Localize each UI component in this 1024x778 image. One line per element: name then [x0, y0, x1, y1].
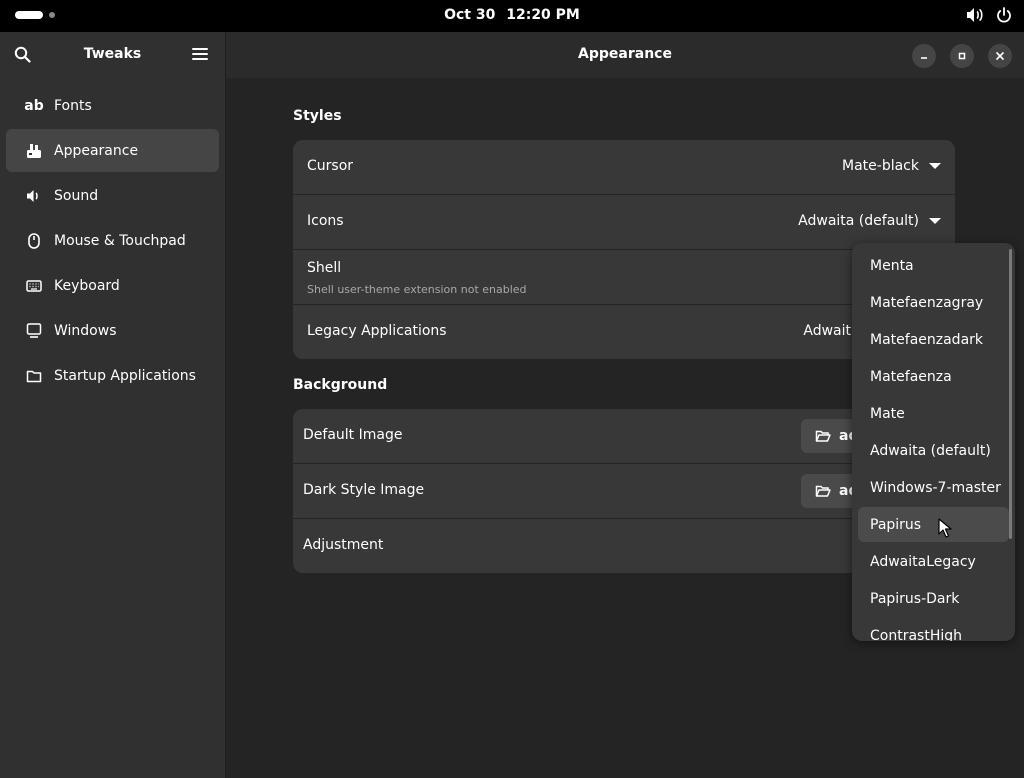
folder-open-icon — [815, 485, 831, 497]
power-icon[interactable] — [996, 7, 1012, 23]
sidebar-item-label: Mouse & Touchpad — [54, 232, 186, 249]
maximize-button[interactable] — [950, 44, 974, 68]
cursor-label: Cursor — [307, 158, 354, 174]
icons-option-mate[interactable]: Mate — [858, 396, 1009, 431]
sidebar-item-fonts[interactable]: ab Fonts — [6, 84, 219, 127]
legacy-applications-value: Adwait — [803, 323, 851, 339]
icons-row[interactable]: Icons Adwaita (default) — [293, 195, 955, 250]
hamburger-menu-icon[interactable] — [192, 47, 208, 65]
volume-icon[interactable] — [966, 7, 984, 23]
folder-icon — [24, 367, 44, 385]
minimize-icon — [921, 57, 927, 59]
sidebar-item-label: Sound — [54, 187, 99, 204]
icons-option-matefaenza[interactable]: Matefaenza — [858, 359, 1009, 394]
top-bar: Oct 30 12:20 PM — [0, 0, 1024, 32]
shell-label: Shell — [307, 260, 342, 276]
main-header: Appearance — [226, 32, 1024, 78]
icons-option-list: Menta Matefaenzagray Matefaenzadark Mate… — [852, 243, 1015, 641]
appearance-icon — [24, 142, 44, 160]
sidebar-header: Tweaks — [0, 32, 225, 78]
cursor-dropdown[interactable]: Mate-black — [842, 158, 941, 174]
icons-option-menta[interactable]: Menta — [858, 248, 1009, 283]
chevron-down-icon — [929, 163, 941, 169]
folder-open-icon — [815, 430, 831, 442]
legacy-applications-label: Legacy Applications — [307, 323, 447, 339]
maximize-icon — [958, 52, 966, 60]
speaker-icon — [24, 187, 44, 205]
close-button[interactable] — [988, 44, 1012, 68]
shell-sublabel: Shell user-theme extension not enabled — [307, 283, 527, 296]
icons-label: Icons — [307, 213, 344, 229]
background-section-title: Background — [293, 377, 388, 393]
icons-option-papirus[interactable]: Papirus — [858, 507, 1009, 542]
clock[interactable]: Oct 30 12:20 PM — [0, 7, 1024, 23]
page-title: Appearance — [578, 46, 672, 62]
legacy-applications-dropdown[interactable]: Adwait — [803, 323, 851, 339]
sidebar-list: ab Fonts Appearance Sound Mouse & Touchp… — [0, 78, 225, 405]
sidebar-item-label: Startup Applications — [54, 367, 196, 384]
icons-option-adwaitalegacy[interactable]: AdwaitaLegacy — [858, 544, 1009, 579]
keyboard-icon — [24, 277, 44, 295]
system-tray[interactable] — [966, 7, 1012, 23]
mouse-pointer-icon — [938, 518, 952, 542]
dark-style-image-label: Dark Style Image — [303, 482, 425, 498]
default-image-label: Default Image — [303, 427, 403, 443]
close-icon — [996, 52, 1004, 60]
sidebar-item-sound[interactable]: Sound — [6, 174, 219, 217]
styles-section-title: Styles — [293, 108, 342, 124]
mouse-icon — [24, 232, 44, 250]
sidebar-item-label: Fonts — [54, 97, 92, 114]
chevron-down-icon — [929, 218, 941, 224]
icons-option-matefaenzadark[interactable]: Matefaenzadark — [858, 322, 1009, 357]
adjustment-label: Adjustment — [303, 537, 384, 553]
sidebar-item-keyboard[interactable]: Keyboard — [6, 264, 219, 307]
sidebar-item-label: Appearance — [54, 142, 139, 159]
monitor-icon — [24, 322, 44, 340]
sidebar-item-mouse-touchpad[interactable]: Mouse & Touchpad — [6, 219, 219, 262]
sidebar-item-appearance[interactable]: Appearance — [6, 129, 219, 172]
sidebar-item-label: Windows — [54, 322, 117, 339]
cursor-value: Mate-black — [842, 158, 919, 174]
icons-value: Adwaita (default) — [798, 213, 919, 229]
sidebar: Tweaks ab Fonts Appearance Sound Mouse &… — [0, 32, 226, 778]
icons-dropdown-popover: Menta Matefaenzagray Matefaenzadark Mate… — [852, 243, 1015, 641]
fonts-ab-icon: ab — [24, 97, 44, 114]
icons-option-adwaita-default[interactable]: Adwaita (default) — [858, 433, 1009, 468]
cursor-row[interactable]: Cursor Mate-black — [293, 140, 955, 195]
sidebar-item-startup-applications[interactable]: Startup Applications — [6, 354, 219, 397]
popover-scrollbar[interactable] — [1009, 249, 1012, 539]
icons-option-papirus-dark[interactable]: Papirus-Dark — [858, 581, 1009, 616]
sidebar-item-label: Keyboard — [54, 277, 120, 294]
icons-option-windows-7-master[interactable]: Windows-7-master — [858, 470, 1009, 505]
icons-option-contrasthigh[interactable]: ContrastHigh — [858, 618, 1009, 642]
minimize-button[interactable] — [912, 44, 936, 68]
sidebar-item-windows[interactable]: Windows — [6, 309, 219, 352]
icons-option-matefaenzagray[interactable]: Matefaenzagray — [858, 285, 1009, 320]
icons-dropdown[interactable]: Adwaita (default) — [798, 213, 941, 229]
clock-time: 12:20 PM — [506, 7, 580, 23]
window-controls — [912, 44, 1012, 68]
clock-date: Oct 30 — [444, 7, 496, 23]
